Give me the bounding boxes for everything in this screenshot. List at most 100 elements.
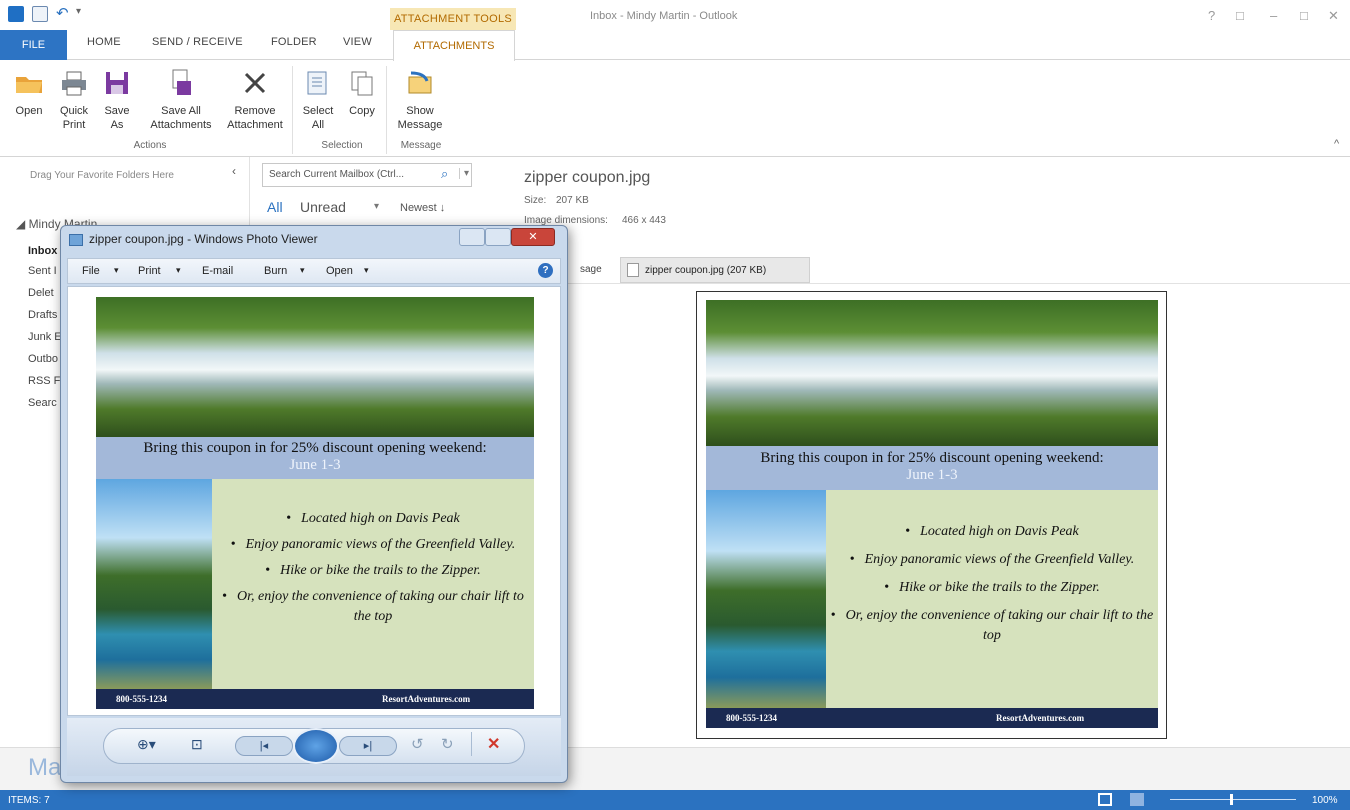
search-box[interactable]: Search Current Mailbox (Ctrl... ⌕ ▾ [262,163,472,187]
copy-icon [345,66,379,100]
tab-home[interactable]: HOME [87,36,121,48]
zoom-thumb[interactable] [1230,794,1233,805]
photo-viewer-menubar: File ▾ Print ▾ E-mail Burn ▾ Open ▾ ? [67,258,561,284]
pv-minimize-button[interactable] [459,228,485,246]
actual-size-icon[interactable]: ⊡ [191,736,203,753]
favorites-hint: Drag Your Favorite Folders Here [30,170,174,181]
viewer-coupon-image: Bring this coupon in for 25% discount op… [96,297,534,709]
collapse-ribbon-icon[interactable]: ^ [1334,138,1339,150]
divider [471,732,472,756]
folder-deleted[interactable]: Delet [28,287,54,299]
folder-junk[interactable]: Junk E [28,331,62,343]
reading-view-icon[interactable] [1130,793,1144,806]
group-actions-label: Actions [133,140,167,151]
rotate-right-icon[interactable]: ↻ [441,735,454,753]
tab-send-receive[interactable]: SEND / RECEIVE [152,36,243,48]
attachment-tab[interactable]: zipper coupon.jpg (207 KB) [620,257,810,283]
collapse-pane-icon[interactable]: ‹ [232,164,236,178]
send-receive-qat-icon[interactable] [32,6,48,22]
tab-file[interactable]: FILE [0,30,67,60]
pv-menu-email[interactable]: E-mail [202,265,233,277]
title-bar: ↶ ▾ ATTACHMENT TOOLS Inbox - Mindy Marti… [0,0,1350,30]
coupon-footer: 800-555-1234 ResortAdventures.com [96,689,534,709]
pv-menu-burn[interactable]: Burn [264,265,287,277]
folder-drafts[interactable]: Drafts [28,309,57,321]
coupon-phone: 800-555-1234 [726,713,777,723]
folder-search[interactable]: Searc [28,397,57,409]
zoom-icon[interactable]: ⊕▾ [137,736,156,753]
photo-viewer-window[interactable]: zipper coupon.jpg - Windows Photo Viewer… [60,225,568,783]
bullet-item: Enjoy panoramic views of the Greenfield … [826,550,1158,570]
search-scope-dropdown[interactable]: ▾ [459,168,469,179]
pv-menu-open[interactable]: Open [326,265,353,277]
save-as-button[interactable]: Save As [100,66,134,132]
coupon-website: ResortAdventures.com [382,694,471,704]
zoom-slider[interactable] [1170,799,1296,800]
bullet-item: Or, enjoy the convenience of taking our … [826,606,1158,646]
search-icon[interactable]: ⌕ [441,166,448,182]
help-button[interactable]: ? [1208,8,1215,23]
select-all-button[interactable]: Select All [300,66,336,132]
search-input[interactable]: Search Current Mailbox (Ctrl... [269,169,404,180]
bullet-item: Hike or bike the trails to the Zipper. [826,578,1158,598]
filter-dropdown-icon[interactable]: ▾ [374,201,379,212]
mountain-lake-photo [706,490,826,708]
pv-menu-print[interactable]: Print [138,265,161,277]
quick-print-button[interactable]: Quick Print [54,66,94,132]
dims-value: 466 x 443 [622,215,666,226]
save-all-attachments-button[interactable]: Save All Attachments [142,66,220,132]
window-title: Inbox - Mindy Martin - Outlook [590,10,738,22]
coupon-dates: June 1-3 [289,457,341,473]
help-icon[interactable]: ? [538,263,553,278]
close-button[interactable]: ✕ [1328,8,1339,24]
items-count: ITEMS: 7 [8,795,50,806]
mail-nav-label[interactable]: Ma [28,754,61,782]
select-all-icon [301,66,335,100]
outlook-icon [8,6,24,22]
pv-close-button[interactable]: ✕ [511,228,555,246]
maximize-button[interactable]: □ [1300,8,1308,23]
tab-folder[interactable]: FOLDER [271,36,317,48]
photo-viewer-icon [69,234,83,246]
tab-attachments[interactable]: ATTACHMENTS [393,30,515,61]
rotate-left-icon[interactable]: ↺ [411,735,424,753]
remove-attachment-button[interactable]: Remove Attachment [222,66,288,132]
tab-message[interactable]: sage [580,264,602,275]
dropdown-icon[interactable]: ▾ [364,265,369,276]
coupon-headline: Bring this coupon in for 25% discount op… [760,450,1104,466]
envelope-arrow-icon [403,66,437,100]
river-photo [96,297,534,437]
dropdown-icon[interactable]: ▾ [300,265,305,276]
tab-view[interactable]: VIEW [343,36,372,48]
ribbon-divider [386,66,387,154]
printer-icon [57,66,91,100]
copy-button[interactable]: Copy [344,66,380,118]
previous-button[interactable]: |◂ [235,736,293,756]
qat-customize-icon[interactable]: ▾ [76,6,81,17]
size-value: 207 KB [556,195,589,206]
folder-sent[interactable]: Sent I [28,265,57,277]
folder-outbox[interactable]: Outbo [28,353,58,365]
minimize-button[interactable]: – [1270,8,1277,23]
normal-view-icon[interactable] [1098,793,1112,806]
attachment-tab-label: zipper coupon.jpg (207 KB) [645,265,767,276]
pv-menu-file[interactable]: File [82,265,100,277]
filter-unread[interactable]: Unread [300,199,346,215]
open-button[interactable]: Open [12,66,46,118]
next-button[interactable]: ▸| [339,736,397,756]
dropdown-icon[interactable]: ▾ [176,265,181,276]
delete-icon[interactable]: ✕ [487,734,500,754]
ribbon-display-button[interactable]: □ [1236,8,1244,23]
sort-newest[interactable]: Newest ↓ [400,202,445,214]
coupon-banner: Bring this coupon in for 25% discount op… [96,437,534,479]
filter-all[interactable]: All [267,199,283,215]
slideshow-button[interactable] [293,728,339,764]
pv-maximize-button[interactable] [485,228,511,246]
folder-inbox[interactable]: Inbox [28,245,57,257]
dropdown-icon[interactable]: ▾ [114,265,119,276]
save-all-icon [164,66,198,100]
show-message-button[interactable]: Show Message [394,66,446,132]
size-label: Size: [524,195,547,206]
folder-rss[interactable]: RSS F [28,375,60,387]
undo-icon[interactable]: ↶ [56,4,69,22]
